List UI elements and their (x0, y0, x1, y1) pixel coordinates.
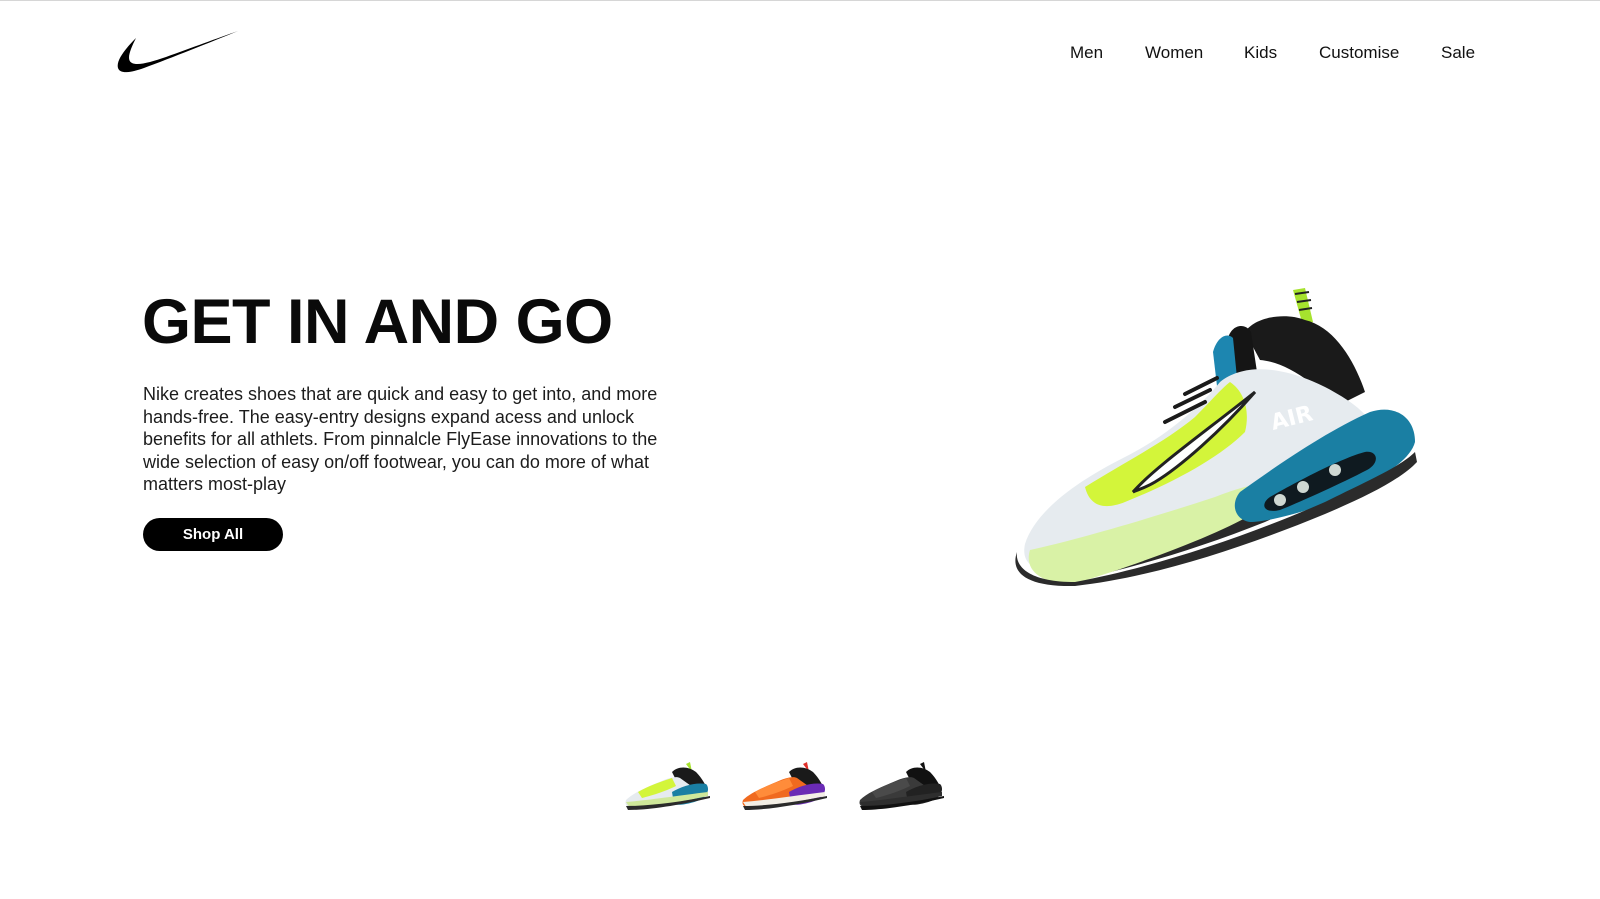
nav-men[interactable]: Men (1070, 43, 1103, 63)
sneaker-volt-blue-icon: AIR (1015, 288, 1417, 587)
hero-description: Nike creates shoes that are quick and ea… (143, 384, 658, 494)
hero-shoe-image: AIR (1005, 282, 1425, 587)
nav-sale[interactable]: Sale (1441, 43, 1475, 63)
page: Men Women Kids Customise Sale GET IN AND… (0, 0, 1600, 899)
thumbnail-black[interactable] (854, 758, 946, 812)
nav-women[interactable]: Women (1145, 43, 1203, 63)
thumbnail-orange-purple[interactable] (737, 758, 829, 812)
hero-title: GET IN AND GO (142, 287, 613, 357)
top-divider (0, 0, 1600, 1)
shop-all-button[interactable]: Shop All (143, 518, 283, 551)
main-nav: Men Women Kids Customise Sale (0, 43, 1600, 67)
sneaker-orange-purple-icon (742, 762, 827, 810)
shoe-thumbnails (620, 758, 950, 812)
sneaker-black-icon (859, 762, 944, 810)
nav-customise[interactable]: Customise (1319, 43, 1399, 63)
thumbnail-volt-blue[interactable] (620, 758, 712, 812)
nav-kids[interactable]: Kids (1244, 43, 1277, 63)
sneaker-volt-blue-icon (625, 762, 710, 810)
